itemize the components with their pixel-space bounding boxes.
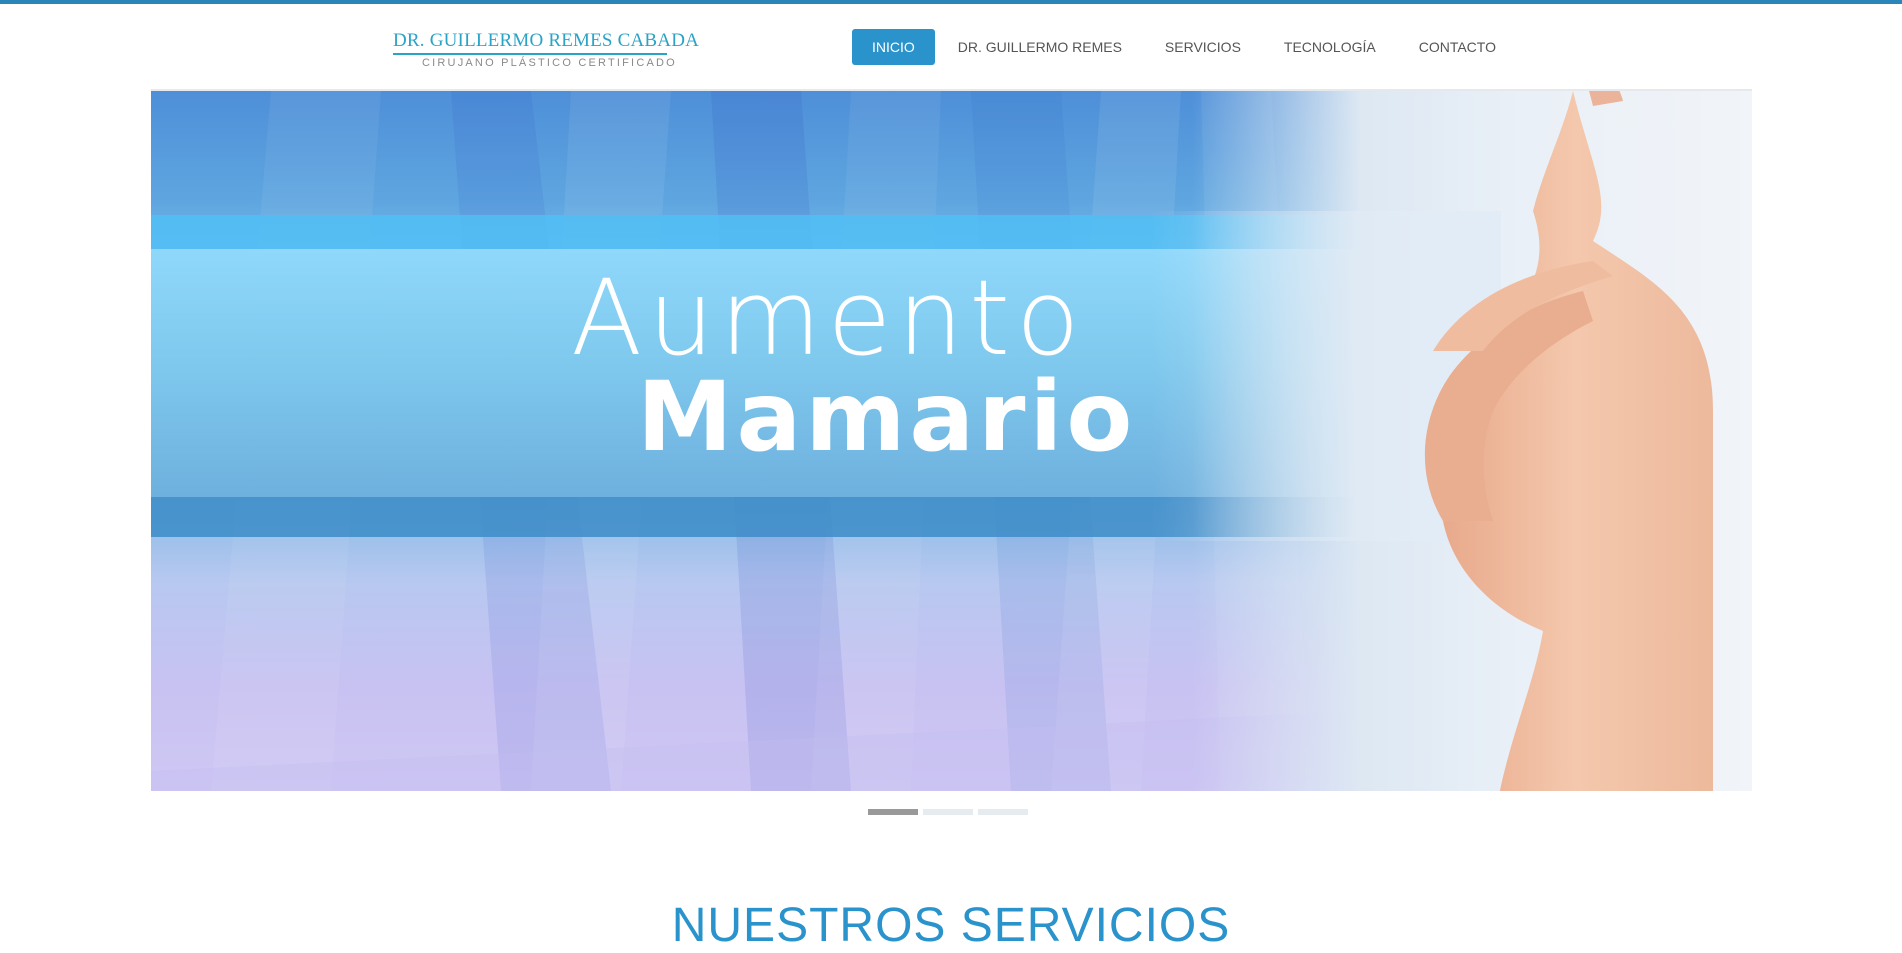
- main-nav: INICIO DR. GUILLERMO REMES SERVICIOS TEC…: [852, 29, 1519, 65]
- nav-item-tecnologia[interactable]: TECNOLOGÍA: [1264, 29, 1396, 65]
- nav-item-servicios[interactable]: SERVICIOS: [1145, 29, 1261, 65]
- logo-underline: [393, 53, 667, 55]
- site-header: DR. GUILLERMO REMES CABADA CIRUJANO PLÁS…: [0, 4, 1902, 90]
- nav-item-dr-guillermo-remes[interactable]: DR. GUILLERMO REMES: [938, 29, 1142, 65]
- slider-pagination: [868, 809, 1033, 815]
- slider-dot-1[interactable]: [868, 809, 918, 815]
- nav-item-contacto[interactable]: CONTACTO: [1399, 29, 1516, 65]
- slider-dot-3[interactable]: [978, 809, 1028, 815]
- slider-dot-2[interactable]: [923, 809, 973, 815]
- hero-model-photo: [1424, 91, 1713, 791]
- hero-slider[interactable]: Aumento Mamario: [151, 91, 1752, 791]
- services-section-title: NUESTROS SERVICIOS: [671, 899, 1231, 952]
- site-logo[interactable]: DR. GUILLERMO REMES CABADA CIRUJANO PLÁS…: [393, 30, 700, 76]
- logo-name: DR. GUILLERMO REMES CABADA: [393, 30, 700, 51]
- hero-title-line-2: Mamario: [637, 361, 1137, 473]
- nav-item-inicio[interactable]: INICIO: [852, 29, 935, 65]
- logo-tagline: CIRUJANO PLÁSTICO CERTIFICADO: [422, 57, 677, 69]
